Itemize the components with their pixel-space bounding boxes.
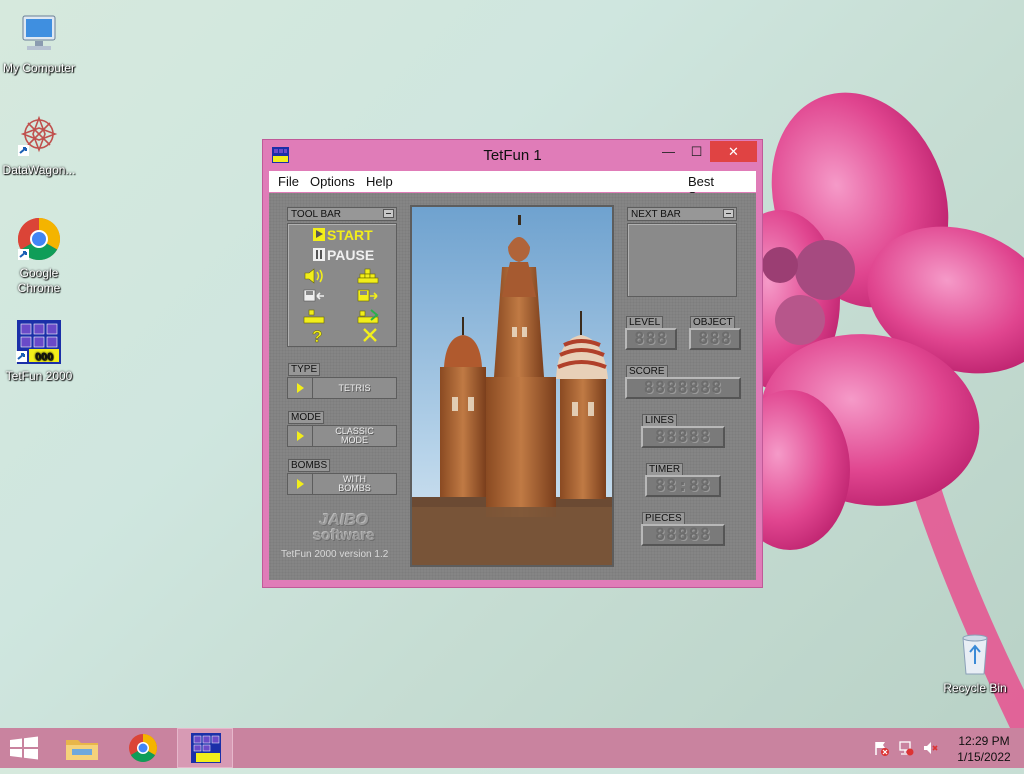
tetfun-icon: 000 [15, 318, 63, 366]
pause-label: PAUSE [327, 247, 375, 263]
clock-time: 12:29 PM [958, 734, 1010, 748]
taskbar-tetfun[interactable] [177, 728, 233, 768]
toolbar-panel: START PAUSE ? [287, 223, 397, 347]
desktop-icon-datawagon[interactable]: DataWagon... [0, 112, 78, 178]
recycle-bin-icon [951, 630, 999, 678]
type-label: TYPE [288, 363, 321, 376]
object-display: 888 [689, 328, 741, 350]
level-display: 888 [625, 328, 677, 350]
exit-icon[interactable] [360, 326, 382, 342]
toolbar-header: TOOL BAR [287, 207, 397, 221]
mode-arrow-icon[interactable] [288, 426, 313, 446]
game-client-area: TOOL BAR START PAUSE ? TYPE TETRIS MODE … [269, 193, 756, 580]
next-bar-label: NEXT BAR [631, 209, 681, 220]
mode-selector[interactable]: CLASSIC MODE [287, 425, 397, 447]
chrome-icon [129, 734, 157, 762]
datawagon-icon [15, 112, 63, 160]
bombs-selector[interactable]: WITH BOMBS [287, 473, 397, 495]
folder-icon [66, 740, 98, 760]
desktop-icon-label: Google Chrome [17, 266, 61, 295]
import-icon[interactable] [357, 308, 379, 324]
menu-file[interactable]: File [278, 174, 299, 189]
clock-date: 1/15/2022 [957, 750, 1011, 764]
jaibo-logo: JAIBO software [313, 512, 375, 544]
menu-bar: File Options Help Best Scores [269, 171, 756, 204]
window-titlebar[interactable]: TetFun 1 — ☐ ✕ [263, 140, 762, 170]
lines-display: 88888 [641, 426, 725, 448]
tray-flag-icon[interactable] [873, 740, 889, 756]
chrome-icon [15, 215, 63, 263]
pieces-display: 88888 [641, 524, 725, 546]
tray-network-icon[interactable] [898, 740, 914, 756]
timer-display: 88:88 [645, 475, 721, 497]
help-icon[interactable]: ? [306, 326, 328, 347]
maximize-button[interactable]: ☐ [683, 141, 710, 162]
type-arrow-icon[interactable] [288, 378, 313, 398]
svg-text:000: 000 [35, 351, 53, 363]
desktop-icon-label: Recycle Bin [943, 681, 1007, 695]
pause-icon [313, 248, 325, 261]
bombs-value: WITH BOMBS [338, 474, 371, 493]
start-menu-button[interactable] [0, 728, 56, 768]
maximize-icon: ☐ [690, 144, 703, 159]
desktop-icon-my-computer[interactable]: My Computer [0, 10, 78, 76]
blocks-icon[interactable] [357, 268, 379, 284]
tetfun-icon [191, 733, 221, 763]
save-icon[interactable] [357, 288, 379, 304]
svg-text:?: ? [312, 327, 322, 344]
sound-icon[interactable] [303, 268, 325, 284]
next-bar-header: NEXT BAR [627, 207, 737, 221]
taskbar: 12:29 PM 1/15/2022 [0, 728, 1024, 768]
taskbar-file-explorer[interactable] [54, 728, 110, 768]
close-icon: ✕ [728, 144, 739, 159]
desktop-icon-label: DataWagon... [2, 163, 76, 177]
pause-button[interactable]: PAUSE [313, 247, 374, 263]
type-value: TETRIS [338, 382, 371, 393]
tray-volume-icon[interactable] [922, 740, 938, 756]
windows-icon [10, 736, 38, 760]
taskbar-clock[interactable]: 12:29 PM 1/15/2022 [952, 733, 1016, 765]
tetfun-window: TetFun 1 — ☐ ✕ File Options Help Best Sc… [263, 140, 762, 587]
bombs-arrow-icon[interactable] [288, 474, 313, 494]
menu-options[interactable]: Options [310, 174, 355, 189]
version-text: TetFun 2000 version 1.2 [281, 549, 389, 560]
export-icon[interactable] [303, 308, 325, 324]
menu-help[interactable]: Help [366, 174, 393, 189]
desktop-icon-recycle-bin[interactable]: Recycle Bin [936, 630, 1014, 696]
toolbar-minimize-button[interactable] [383, 209, 394, 218]
game-field-cathedral-image [410, 205, 614, 567]
desktop-icon-tetfun-2000[interactable]: 000 TetFun 2000 [0, 318, 78, 384]
minimize-icon: — [662, 144, 675, 159]
mode-label: MODE [288, 411, 324, 424]
start-button[interactable]: START [313, 227, 373, 243]
minimize-button[interactable]: — [655, 141, 682, 162]
next-bar-minimize-button[interactable] [723, 209, 734, 218]
type-selector[interactable]: TETRIS [287, 377, 397, 399]
mode-value: CLASSIC MODE [335, 426, 374, 445]
bombs-label: BOMBS [288, 459, 331, 472]
desktop-icon-label: TetFun 2000 [5, 369, 73, 383]
desktop-icon-label: My Computer [2, 61, 76, 75]
toolbar-header-label: TOOL BAR [291, 209, 342, 220]
start-label: START [327, 227, 373, 243]
computer-icon [15, 10, 63, 58]
play-icon [313, 228, 325, 241]
next-piece-preview [627, 223, 737, 297]
load-icon[interactable] [303, 288, 325, 304]
taskbar-chrome[interactable] [115, 728, 171, 768]
close-button[interactable]: ✕ [710, 141, 757, 162]
score-display: 8888888 [625, 377, 741, 399]
desktop-icon-google-chrome[interactable]: Google Chrome [0, 215, 78, 296]
